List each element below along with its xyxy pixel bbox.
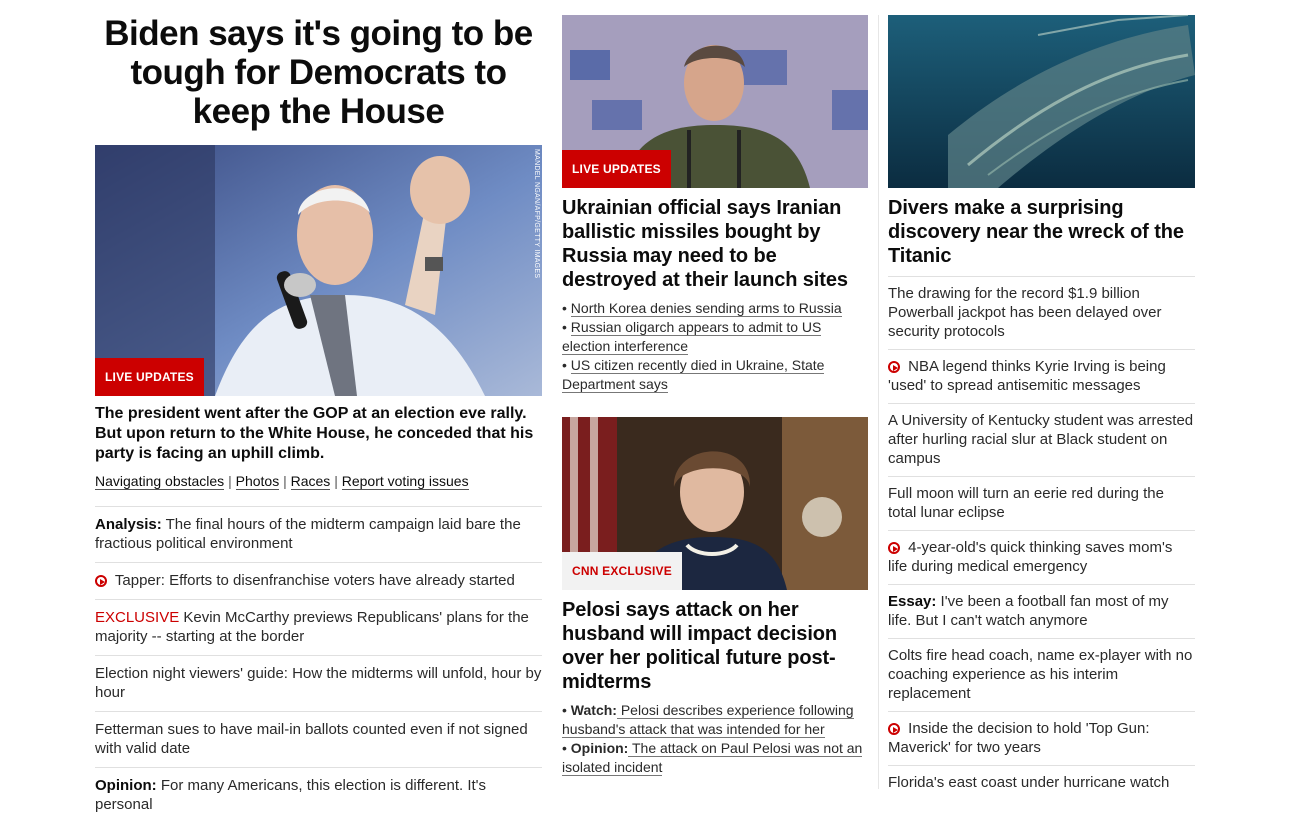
item-prefix: Analysis:: [95, 516, 162, 533]
bullet-text: US citizen recently died in Ukraine, Sta…: [562, 357, 825, 393]
link-report-voting-issues[interactable]: Report voting issues: [341, 473, 469, 490]
item-text: Inside the decision to hold 'Top Gun: Ma…: [888, 720, 1150, 756]
list-item[interactable]: Florida's east coast under hurricane wat…: [888, 765, 1195, 800]
bullet-text: North Korea denies sending arms to Russi…: [570, 300, 842, 317]
bullet-dot: •: [562, 319, 567, 335]
play-icon: [888, 723, 900, 735]
live-updates-badge[interactable]: LIVE UPDATES: [562, 150, 671, 188]
titanic-wreck-image: [888, 15, 1195, 188]
item-text: A University of Kentucky student was arr…: [888, 412, 1194, 467]
ukraine-related-bullets: • North Korea denies sending arms to Rus…: [562, 299, 868, 394]
ukraine-official-photo[interactable]: LIVE UPDATES: [562, 15, 868, 188]
bullet-item[interactable]: • Opinion: The attack on Paul Pelosi was…: [562, 739, 868, 777]
list-item[interactable]: A University of Kentucky student was arr…: [888, 403, 1195, 476]
exclusive-tag: EXCLUSIVE: [95, 609, 180, 626]
lead-column: Biden says it's going to be tough for De…: [95, 0, 542, 823]
link-separator: |: [228, 473, 232, 489]
bullet-item[interactable]: • Watch: Pelosi describes experience fol…: [562, 701, 868, 739]
list-item[interactable]: 4-year-old's quick thinking saves mom's …: [888, 530, 1195, 584]
list-item[interactable]: Inside the decision to hold 'Top Gun: Ma…: [888, 711, 1195, 765]
lead-story-list: Analysis: The final hours of the midterm…: [95, 506, 542, 823]
list-item[interactable]: Analysis: The final hours of the midterm…: [95, 506, 542, 562]
list-item[interactable]: The drawing for the record $1.9 billion …: [888, 276, 1195, 349]
photo-credit: MANDEL NGAN/AFP/GETTY IMAGES: [533, 149, 540, 279]
link-separator: |: [283, 473, 287, 489]
bullet-dot: •: [562, 300, 567, 316]
bullet-dot: •: [562, 357, 567, 373]
play-icon: [888, 361, 900, 373]
cnn-exclusive-badge[interactable]: CNN EXCLUSIVE: [562, 552, 682, 590]
bullet-item[interactable]: • Russian oligarch appears to admit to U…: [562, 318, 868, 356]
list-item[interactable]: EXCLUSIVE Kevin McCarthy previews Republ…: [95, 599, 542, 655]
list-item[interactable]: Election night viewers' guide: How the m…: [95, 655, 542, 711]
item-prefix: Opinion:: [95, 777, 157, 794]
titanic-headline[interactable]: Divers make a surprising discovery near …: [888, 196, 1195, 268]
list-item[interactable]: Tapper: Efforts to disenfranchise voters…: [95, 562, 542, 599]
lead-headline[interactable]: Biden says it's going to be tough for De…: [95, 14, 542, 131]
bullet-item[interactable]: • US citizen recently died in Ukraine, S…: [562, 356, 868, 394]
item-text: Florida's east coast under hurricane wat…: [888, 774, 1170, 791]
item-text: NBA legend thinks Kyrie Irving is being …: [888, 358, 1166, 394]
list-item[interactable]: Essay: I've been a football fan most of …: [888, 584, 1195, 638]
item-text: 4-year-old's quick thinking saves mom's …: [888, 539, 1173, 575]
related-links: Navigating obstacles | Photos | Races | …: [95, 472, 542, 491]
pelosi-photo[interactable]: CNN EXCLUSIVE: [562, 417, 868, 590]
play-icon: [95, 575, 107, 587]
item-prefix: Essay:: [888, 593, 937, 610]
item-text: Fetterman sues to have mail-in ballots c…: [95, 721, 528, 757]
item-text: The drawing for the record $1.9 billion …: [888, 285, 1162, 340]
list-item[interactable]: Colts fire head coach, name ex-player wi…: [888, 638, 1195, 711]
item-text: Colts fire head coach, name ex-player wi…: [888, 647, 1193, 702]
link-photos[interactable]: Photos: [235, 473, 280, 490]
link-navigating-obstacles[interactable]: Navigating obstacles: [95, 473, 225, 490]
middle-column: LIVE UPDATES Ukrainian official says Ira…: [562, 0, 868, 777]
right-story-list: The drawing for the record $1.9 billion …: [888, 276, 1195, 800]
bullet-dot: •: [562, 702, 567, 718]
link-races[interactable]: Races: [290, 473, 331, 490]
item-text: Full moon will turn an eerie red during …: [888, 485, 1164, 521]
pelosi-headline[interactable]: Pelosi says attack on her husband will i…: [562, 598, 868, 694]
bullet-item[interactable]: • North Korea denies sending arms to Rus…: [562, 299, 868, 318]
biden-photo[interactable]: MANDEL NGAN/AFP/GETTY IMAGES LIVE UPDATE…: [95, 145, 542, 396]
item-text: Tapper: Efforts to disenfranchise voters…: [114, 572, 515, 589]
titanic-photo[interactable]: [888, 15, 1195, 188]
column-divider: [878, 15, 879, 789]
list-item[interactable]: Fetterman sues to have mail-in ballots c…: [95, 711, 542, 767]
bullet-text: Russian oligarch appears to admit to US …: [562, 319, 822, 355]
live-updates-badge[interactable]: LIVE UPDATES: [95, 358, 204, 396]
bullet-prefix: Opinion:: [570, 740, 629, 756]
link-separator: |: [334, 473, 338, 489]
lead-summary[interactable]: The president went after the GOP at an e…: [95, 404, 542, 464]
pelosi-related-bullets: • Watch: Pelosi describes experience fol…: [562, 701, 868, 777]
list-item[interactable]: Full moon will turn an eerie red during …: [888, 476, 1195, 530]
ukraine-headline[interactable]: Ukrainian official says Iranian ballisti…: [562, 196, 868, 292]
right-column: Divers make a surprising discovery near …: [888, 0, 1195, 800]
list-item[interactable]: Opinion: For many Americans, this electi…: [95, 767, 542, 823]
bullet-prefix: Watch:: [570, 702, 617, 718]
bullet-dot: •: [562, 740, 567, 756]
item-text: Election night viewers' guide: How the m…: [95, 665, 542, 701]
list-item[interactable]: NBA legend thinks Kyrie Irving is being …: [888, 349, 1195, 403]
play-icon: [888, 542, 900, 554]
